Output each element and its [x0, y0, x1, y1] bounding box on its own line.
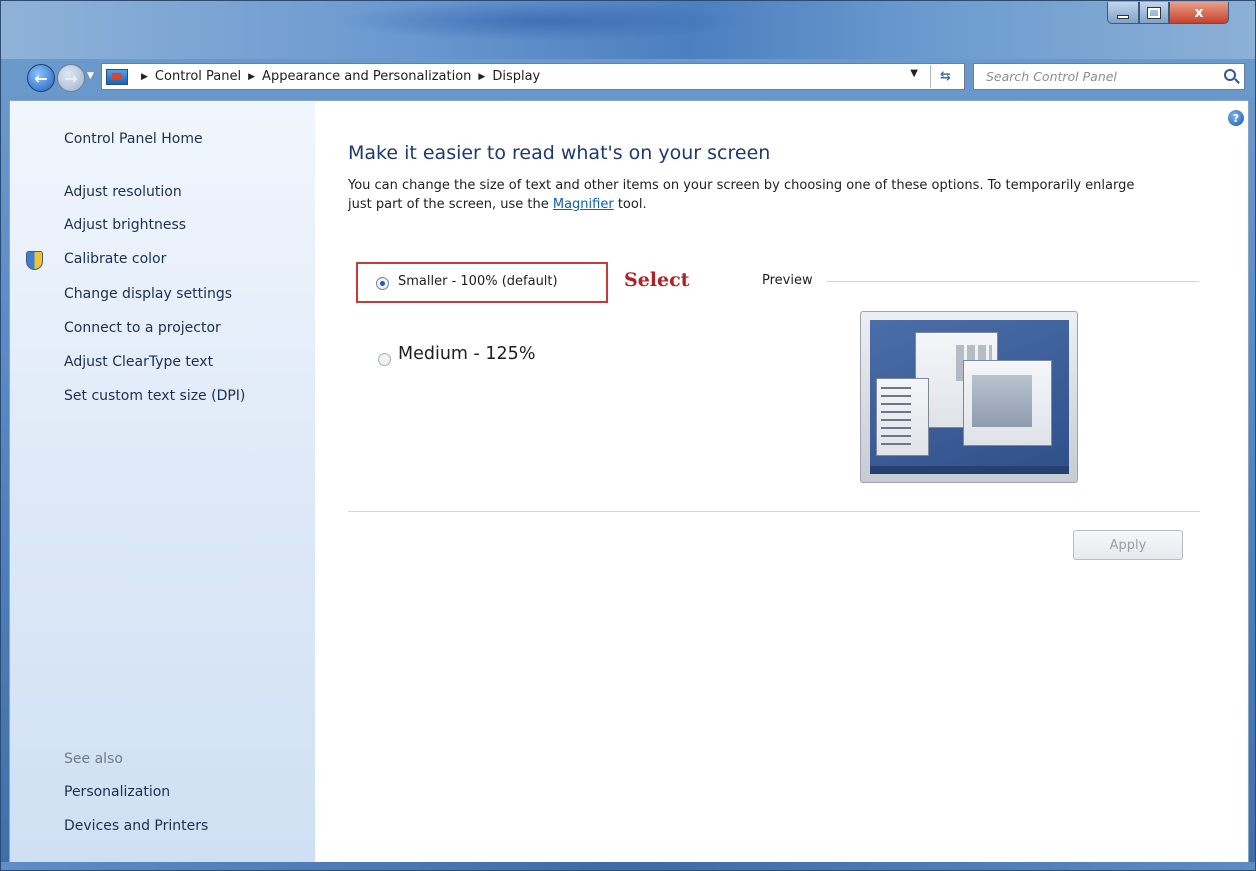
- preview-divider: [827, 281, 1199, 282]
- section-divider: [348, 511, 1200, 512]
- description-text-end: tool.: [613, 197, 647, 212]
- sidebar-item-calibrate-color[interactable]: Calibrate color: [64, 251, 166, 267]
- close-icon: x: [1194, 4, 1204, 21]
- chevron-right-icon[interactable]: ▶: [478, 72, 485, 82]
- window: x ← → ▼ ▶ Control Panel ▶ Appearance and…: [0, 0, 1256, 871]
- shield-icon: [26, 251, 43, 270]
- page-description: You can change the size of text and othe…: [348, 176, 1148, 214]
- search-box[interactable]: [973, 63, 1245, 90]
- preview-image: [860, 311, 1078, 483]
- forward-arrow-icon: →: [64, 68, 78, 88]
- search-input[interactable]: [986, 69, 1206, 84]
- preview-taskbar: [870, 466, 1069, 474]
- apply-button[interactable]: Apply: [1073, 530, 1183, 560]
- recent-pages-dropdown-icon[interactable]: ▼: [87, 71, 94, 81]
- sidebar-item-change-display-settings[interactable]: Change display settings: [64, 286, 232, 302]
- description-text: You can change the size of text and othe…: [348, 178, 1135, 212]
- breadcrumb-control-panel[interactable]: Control Panel: [155, 69, 241, 84]
- minimize-icon: [1117, 14, 1129, 19]
- search-icon[interactable]: [1224, 69, 1236, 81]
- option-smaller-label[interactable]: Smaller - 100% (default): [398, 274, 558, 289]
- address-dropdown-icon[interactable]: ▼: [910, 68, 918, 79]
- back-arrow-icon: ←: [34, 68, 48, 88]
- sidebar-item-personalization[interactable]: Personalization: [64, 784, 170, 800]
- sidebar-item-adjust-cleartype[interactable]: Adjust ClearType text: [64, 354, 213, 370]
- sidebar-item-adjust-resolution[interactable]: Adjust resolution: [64, 184, 182, 200]
- breadcrumb-display[interactable]: Display: [492, 69, 540, 84]
- preview-window-right: [963, 360, 1052, 446]
- back-button[interactable]: ←: [27, 64, 55, 92]
- forward-button[interactable]: →: [57, 64, 85, 92]
- preview-window-left: [876, 378, 929, 456]
- sidebar-item-adjust-brightness[interactable]: Adjust brightness: [64, 217, 186, 233]
- chevron-right-icon[interactable]: ▶: [248, 72, 255, 82]
- sidebar-item-connect-projector[interactable]: Connect to a projector: [64, 320, 221, 336]
- magnifier-link[interactable]: Magnifier: [553, 197, 614, 212]
- address-bar[interactable]: ▶ Control Panel ▶ Appearance and Persona…: [101, 63, 965, 90]
- radio-smaller[interactable]: [376, 277, 389, 290]
- title-bar: [1, 1, 1255, 59]
- page-title: Make it easier to read what's on your sc…: [348, 142, 771, 164]
- sidebar-item-custom-text-size[interactable]: Set custom text size (DPI): [64, 388, 245, 404]
- preview-label: Preview: [762, 273, 813, 288]
- sidebar-item-control-panel-home[interactable]: Control Panel Home: [64, 131, 203, 147]
- select-annotation: Select: [624, 269, 690, 291]
- refresh-icon: ⇆: [940, 69, 951, 84]
- breadcrumb-appearance-personalization[interactable]: Appearance and Personalization: [262, 69, 471, 84]
- chevron-right-icon[interactable]: ▶: [141, 72, 148, 82]
- option-medium-label[interactable]: Medium - 125%: [398, 344, 535, 364]
- close-button[interactable]: x: [1169, 2, 1229, 24]
- radio-medium[interactable]: [378, 353, 391, 366]
- see-also-heading: See also: [64, 751, 123, 767]
- sidebar: Control Panel Home Adjust resolution Adj…: [10, 101, 315, 864]
- content-area: Control Panel Home Adjust resolution Adj…: [9, 100, 1249, 865]
- window-frame-bottom: [1, 862, 1255, 870]
- maximize-icon: [1147, 6, 1161, 19]
- refresh-button[interactable]: ⇆: [930, 65, 960, 88]
- minimize-button[interactable]: [1107, 2, 1139, 24]
- sidebar-item-devices-printers[interactable]: Devices and Printers: [64, 818, 208, 834]
- maximize-button[interactable]: [1139, 2, 1169, 24]
- preview-screen: [870, 320, 1069, 474]
- control-panel-icon: [106, 68, 128, 85]
- help-icon[interactable]: ?: [1228, 110, 1244, 126]
